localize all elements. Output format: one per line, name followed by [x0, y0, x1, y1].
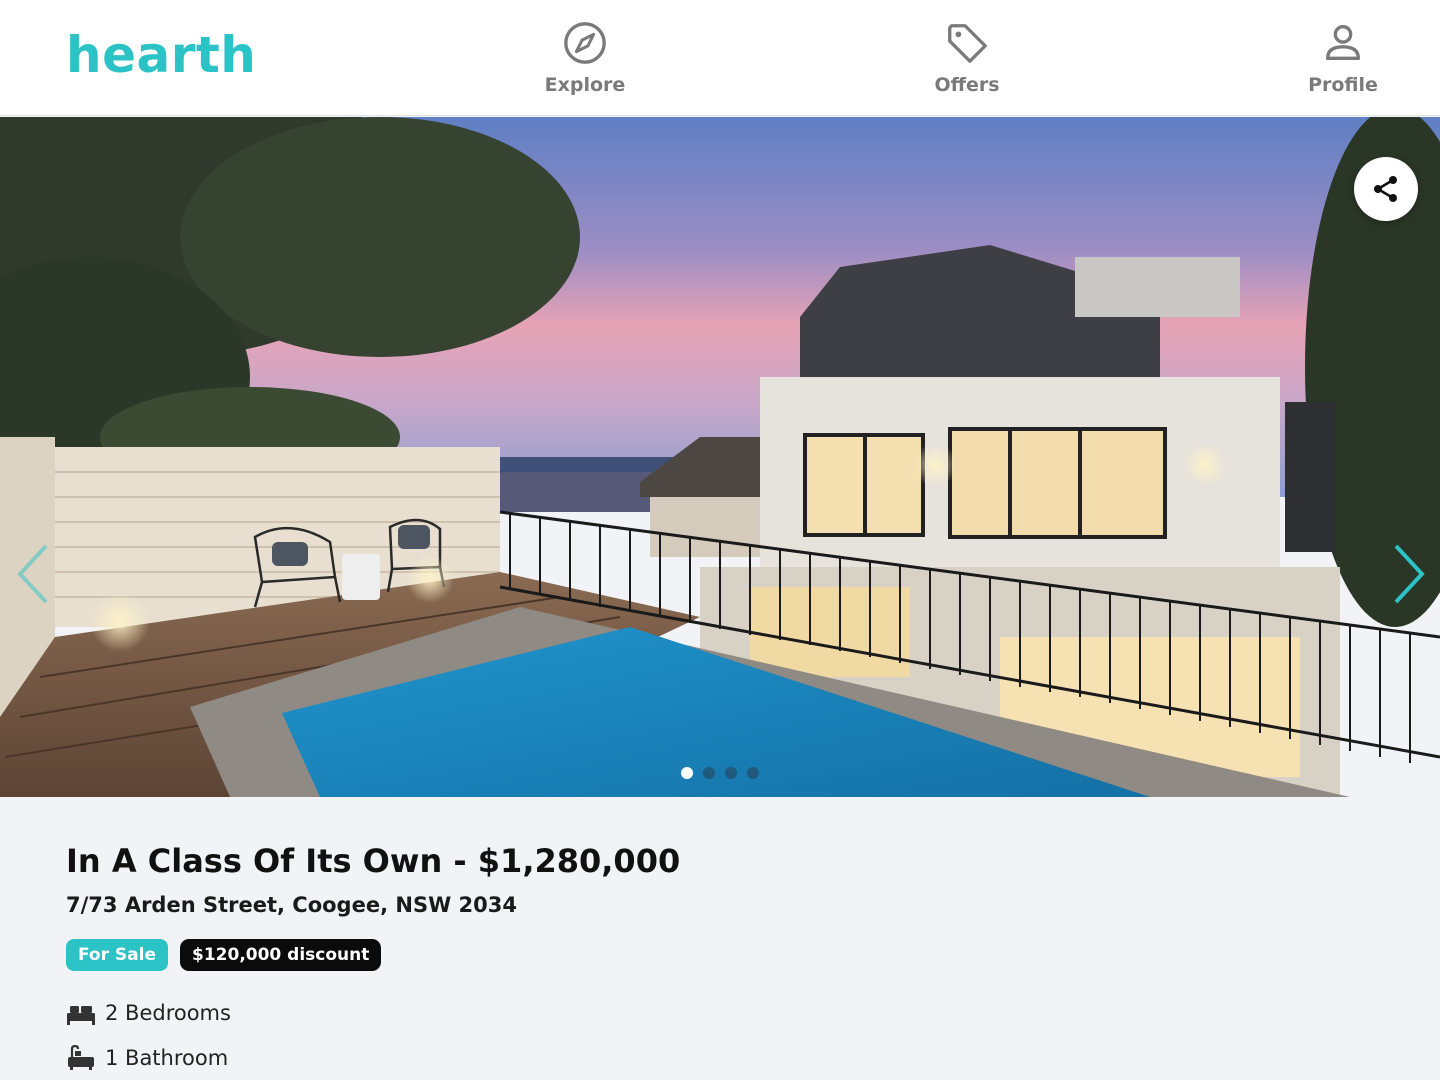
top-nav-bar: hearth Explore Offers Profile	[0, 0, 1440, 116]
listing-address: 7/73 Arden Street, Coogee, NSW 2034	[66, 893, 517, 917]
carousel-pagination	[681, 767, 759, 779]
bathrooms-feature: 1 Bathroom	[66, 1043, 228, 1073]
bathrooms-label: 1 Bathroom	[105, 1046, 229, 1070]
nav-profile[interactable]: Profile	[1273, 20, 1413, 100]
nav-offers[interactable]: Offers	[897, 20, 1037, 100]
share-button[interactable]	[1354, 157, 1418, 221]
bed-icon	[67, 1006, 95, 1025]
carousel-dot-2[interactable]	[703, 767, 715, 779]
bathtub-icon	[68, 1045, 94, 1070]
bedrooms-feature: 2 Bedrooms	[66, 998, 231, 1028]
chevron-left-icon	[17, 544, 48, 604]
next-photo-button[interactable]	[1388, 542, 1428, 606]
share-icon	[1374, 176, 1397, 202]
listing-title: In A Class Of Its Own - $1,280,000	[66, 842, 681, 880]
nav-profile-label: Profile	[1308, 74, 1378, 96]
nav-explore[interactable]: Explore	[515, 20, 655, 100]
status-badge: For Sale	[66, 939, 168, 971]
carousel-dot-4[interactable]	[747, 767, 759, 779]
app-logo[interactable]: hearth	[66, 26, 256, 84]
compass-icon	[564, 22, 606, 64]
discount-badge: $120,000 discount	[180, 939, 382, 971]
carousel-dot-3[interactable]	[725, 767, 737, 779]
nav-offers-label: Offers	[934, 74, 1000, 96]
previous-photo-button[interactable]	[14, 542, 54, 606]
carousel-dot-1[interactable]	[681, 767, 693, 779]
property-photo-carousel[interactable]	[0, 117, 1440, 797]
tag-icon	[948, 24, 987, 63]
property-photo	[0, 117, 1440, 797]
bedrooms-label: 2 Bedrooms	[105, 1001, 231, 1025]
chevron-right-icon	[1394, 544, 1425, 604]
user-icon	[1325, 25, 1361, 61]
nav-explore-label: Explore	[544, 74, 626, 96]
